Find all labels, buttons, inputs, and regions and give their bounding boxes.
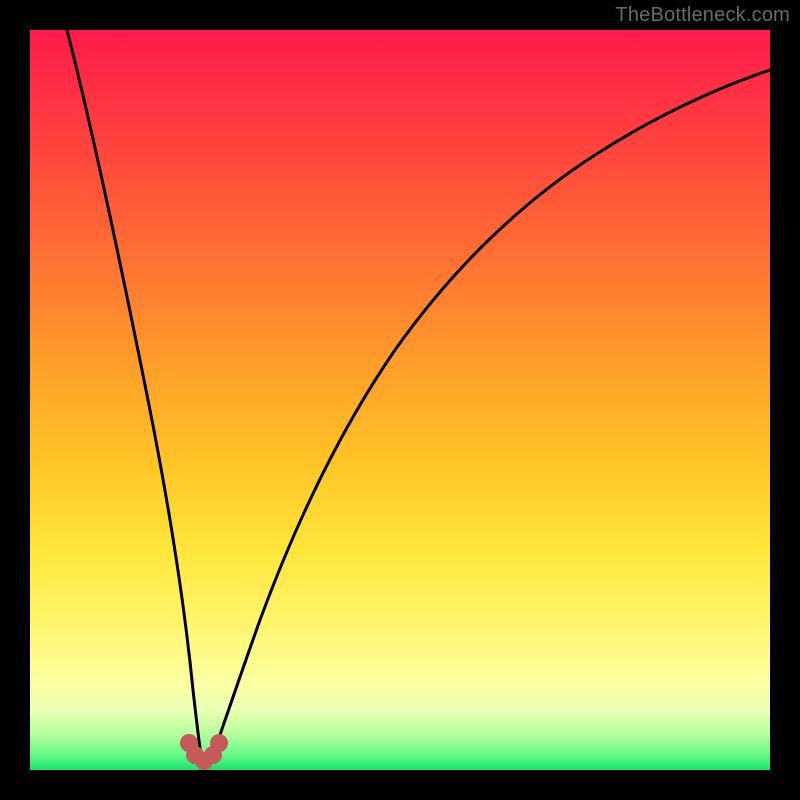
plot-area bbox=[30, 30, 770, 770]
curve-layer bbox=[30, 30, 770, 770]
watermark-text: TheBottleneck.com bbox=[615, 4, 790, 27]
bottleneck-curve bbox=[67, 30, 770, 768]
chart-frame: TheBottleneck.com bbox=[0, 0, 800, 800]
valley-marker bbox=[180, 734, 228, 770]
